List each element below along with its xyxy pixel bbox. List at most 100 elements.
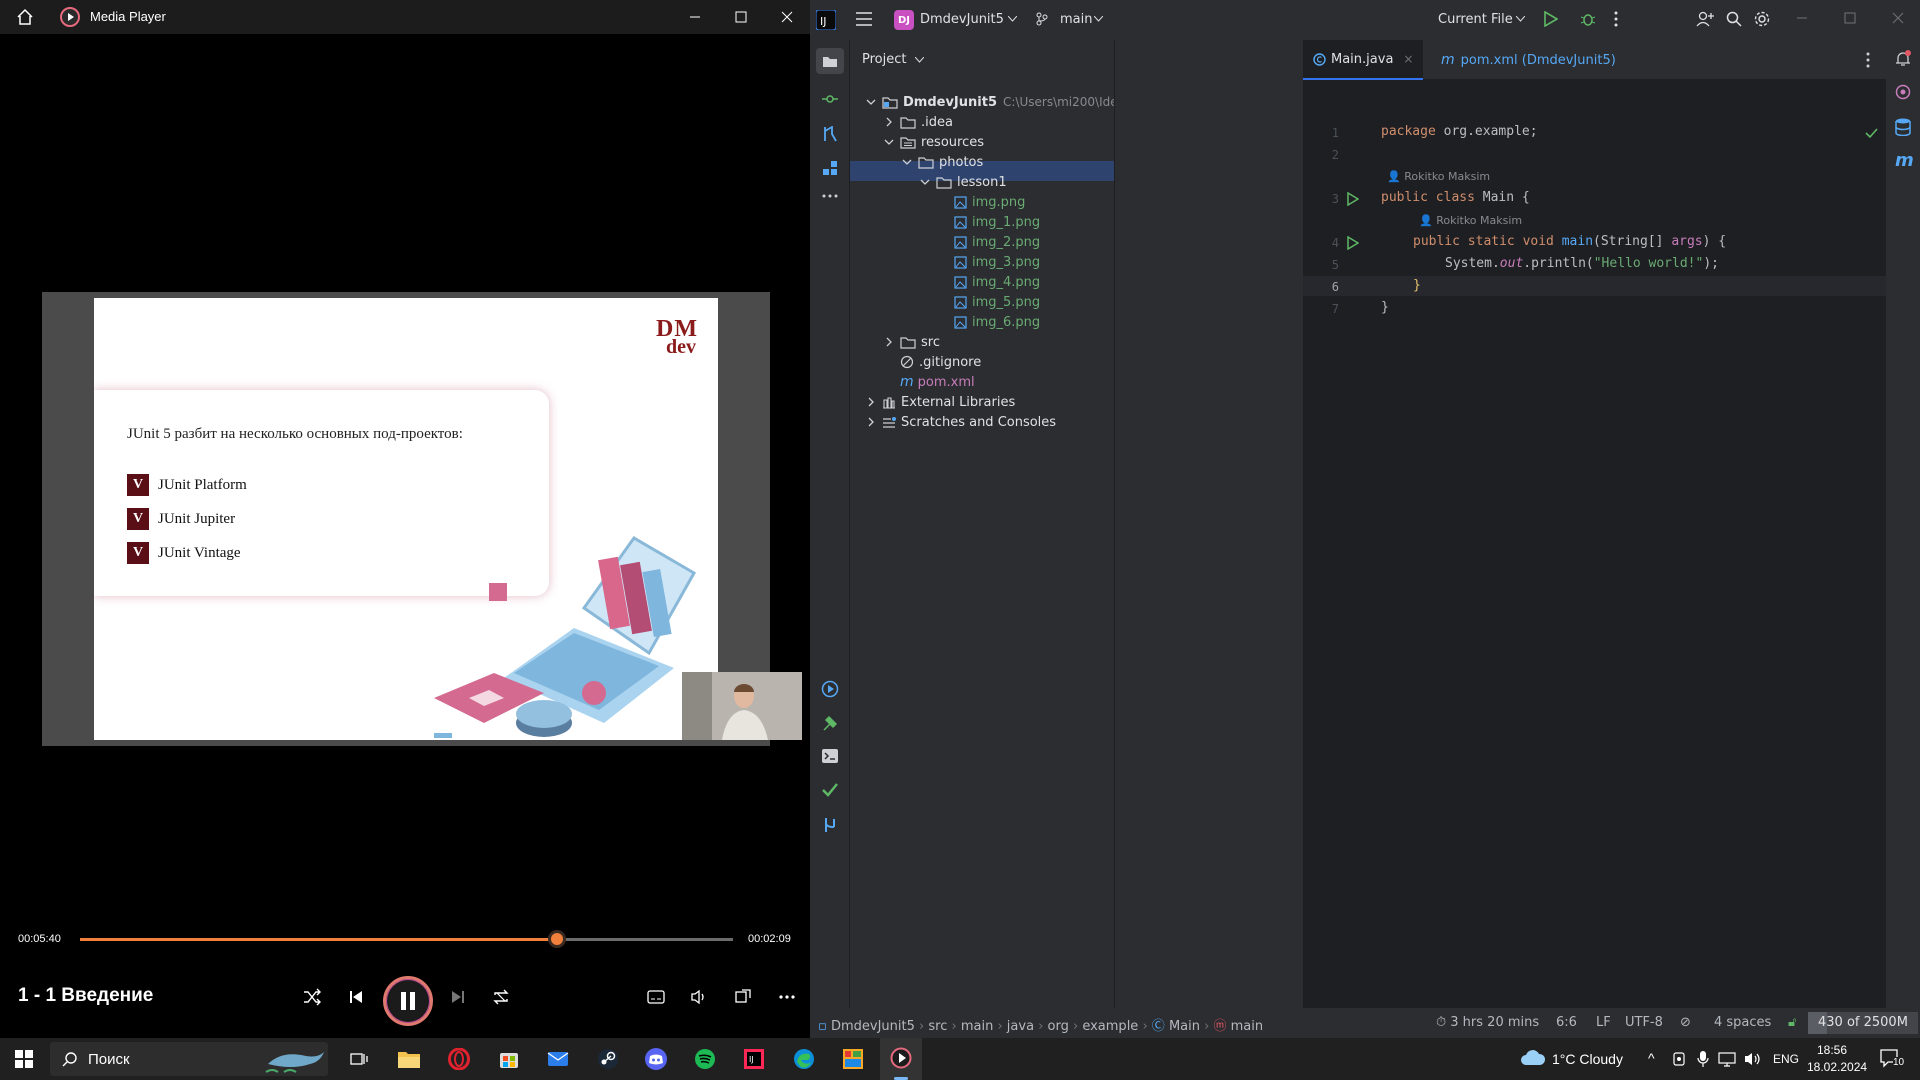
opera-icon[interactable] bbox=[444, 1044, 474, 1074]
file-encoding[interactable]: UTF-8 bbox=[1625, 1015, 1663, 1030]
search-icon[interactable] bbox=[1726, 11, 1742, 27]
fullscreen-button[interactable] bbox=[726, 980, 760, 1014]
breadcrumb-item[interactable]: Main bbox=[1169, 1019, 1200, 1034]
tree-item-image-file[interactable]: img_4.png bbox=[954, 272, 1040, 292]
maximize-button[interactable] bbox=[718, 0, 764, 34]
breadcrumb-item[interactable]: main bbox=[961, 1019, 993, 1034]
ide-minimize-button[interactable] bbox=[1796, 12, 1808, 24]
volume-icon[interactable] bbox=[1744, 1051, 1762, 1067]
tree-item-src[interactable]: src bbox=[884, 332, 940, 352]
media-app-icon[interactable] bbox=[838, 1044, 868, 1074]
edge-icon[interactable] bbox=[789, 1044, 819, 1074]
git-icon[interactable] bbox=[821, 816, 839, 834]
code-line[interactable]: } bbox=[1413, 278, 1421, 293]
tree-item-external-libraries[interactable]: External Libraries bbox=[866, 392, 1015, 412]
line-separator[interactable]: LF bbox=[1596, 1015, 1611, 1030]
problems-check-icon[interactable] bbox=[821, 782, 839, 798]
breadcrumb-item[interactable]: example bbox=[1082, 1019, 1138, 1034]
home-icon[interactable] bbox=[16, 8, 34, 26]
project-selector[interactable]: DmdevJunit5 bbox=[920, 12, 1004, 27]
code-line[interactable]: package org.example; bbox=[1381, 124, 1538, 139]
code-line[interactable]: public static void main(String[] args) { bbox=[1413, 234, 1726, 249]
caret-position[interactable]: 6:6 bbox=[1556, 1015, 1577, 1030]
add-user-icon[interactable] bbox=[1696, 11, 1714, 27]
breadcrumb-item[interactable]: src bbox=[928, 1019, 947, 1034]
pause-button[interactable] bbox=[383, 976, 433, 1026]
next-button[interactable] bbox=[441, 980, 475, 1014]
minimize-button[interactable] bbox=[672, 0, 718, 34]
indent-setting[interactable]: 4 spaces bbox=[1714, 1015, 1771, 1030]
code-line[interactable]: System.out.println("Hello world!"); bbox=[1445, 256, 1719, 271]
terminal-icon[interactable] bbox=[821, 748, 839, 764]
settings-gear-icon[interactable] bbox=[1754, 11, 1770, 27]
branch-selector[interactable]: main bbox=[1060, 12, 1092, 27]
clock-date[interactable]: 18.02.2024 bbox=[1807, 1060, 1867, 1074]
ai-assistant-icon[interactable] bbox=[1895, 84, 1911, 100]
mail-icon[interactable] bbox=[543, 1044, 573, 1074]
run-icon[interactable] bbox=[1544, 11, 1558, 27]
ide-close-button[interactable] bbox=[1892, 12, 1904, 24]
more-actions-icon[interactable] bbox=[1614, 11, 1618, 27]
tree-item-image-file[interactable]: img_2.png bbox=[954, 232, 1040, 252]
tree-item-scratches[interactable]: Scratches and Consoles bbox=[866, 412, 1056, 432]
tree-item-resources[interactable]: resources bbox=[884, 132, 984, 152]
more-tools-icon[interactable] bbox=[822, 194, 838, 198]
memory-indicator[interactable]: 430 of 2500M bbox=[1808, 1012, 1918, 1034]
network-icon[interactable] bbox=[1718, 1051, 1736, 1067]
maven-icon[interactable]: m bbox=[1895, 150, 1914, 171]
weather-text[interactable]: 1°C Cloudy bbox=[1552, 1051, 1623, 1067]
structure-icon[interactable] bbox=[822, 160, 838, 176]
discord-icon[interactable] bbox=[641, 1044, 671, 1074]
clock-time[interactable]: 18:56 bbox=[1817, 1043, 1847, 1057]
project-tool-button[interactable] bbox=[816, 48, 844, 74]
file-explorer-icon[interactable] bbox=[394, 1044, 424, 1074]
seek-thumb[interactable] bbox=[548, 930, 566, 948]
tree-item-photos[interactable]: photos bbox=[902, 152, 983, 172]
run-gutter-icon[interactable] bbox=[1347, 236, 1359, 250]
tree-item-image-file[interactable]: img_1.png bbox=[954, 212, 1040, 232]
breadcrumb-item[interactable]: org bbox=[1048, 1019, 1069, 1034]
run-config-selector[interactable]: Current File bbox=[1438, 12, 1513, 27]
tree-item-image-file[interactable]: img_5.png bbox=[954, 292, 1040, 312]
services-icon[interactable] bbox=[821, 680, 839, 698]
inspection-icon[interactable]: ⊘ bbox=[1680, 1015, 1691, 1030]
ide-maximize-button[interactable] bbox=[1844, 12, 1856, 24]
tab-options-icon[interactable] bbox=[1866, 52, 1870, 68]
start-windows-icon[interactable] bbox=[9, 1044, 39, 1074]
tree-item-image-file[interactable]: img_6.png bbox=[954, 312, 1040, 332]
pull-requests-icon[interactable] bbox=[822, 126, 838, 142]
database-icon[interactable] bbox=[1895, 118, 1911, 136]
tree-item-lesson1[interactable]: lesson1 bbox=[920, 172, 1007, 192]
tree-item-idea[interactable]: .idea bbox=[884, 112, 953, 132]
weather-cloud-icon[interactable] bbox=[1520, 1049, 1546, 1067]
close-button[interactable] bbox=[764, 0, 810, 34]
tree-item-image-file[interactable]: img_3.png bbox=[954, 252, 1040, 272]
code-line[interactable]: public class Main { bbox=[1381, 190, 1530, 205]
tab-main-java[interactable]: Main.java × bbox=[1303, 40, 1423, 80]
debug-icon[interactable] bbox=[1580, 11, 1596, 27]
build-hammer-icon[interactable] bbox=[821, 714, 839, 732]
code-line[interactable]: } bbox=[1381, 300, 1389, 315]
breadcrumb-item[interactable]: main bbox=[1231, 1019, 1263, 1034]
intellij-taskbar-icon[interactable]: IJ bbox=[739, 1044, 769, 1074]
commit-icon[interactable] bbox=[822, 92, 838, 106]
taskbar-active-media-player[interactable] bbox=[880, 1038, 922, 1080]
tree-item-pom[interactable]: m pom.xml bbox=[900, 372, 975, 392]
close-tab-icon[interactable]: × bbox=[1403, 52, 1413, 66]
main-menu-icon[interactable] bbox=[856, 12, 872, 26]
project-panel-title[interactable]: Project bbox=[862, 52, 906, 67]
notifications-bell-icon[interactable] bbox=[1895, 50, 1911, 68]
microsoft-store-icon[interactable] bbox=[494, 1044, 524, 1074]
previous-button[interactable] bbox=[339, 980, 373, 1014]
repeat-button[interactable] bbox=[484, 980, 518, 1014]
language-indicator[interactable]: ENG bbox=[1773, 1052, 1799, 1066]
taskbar-search-box[interactable]: Поиск bbox=[50, 1042, 328, 1076]
tree-item-gitignore[interactable]: .gitignore bbox=[900, 352, 981, 372]
tray-app-icon[interactable] bbox=[1672, 1051, 1686, 1067]
tab-pom-xml[interactable]: m pom.xml (DmdevJunit5) bbox=[1433, 40, 1633, 80]
steam-icon[interactable] bbox=[593, 1044, 623, 1074]
spotify-icon[interactable] bbox=[690, 1044, 720, 1074]
run-gutter-icon[interactable] bbox=[1347, 192, 1359, 206]
more-options-button[interactable] bbox=[770, 980, 804, 1014]
lock-icon[interactable]: 🔓︎ bbox=[1788, 1015, 1796, 1030]
